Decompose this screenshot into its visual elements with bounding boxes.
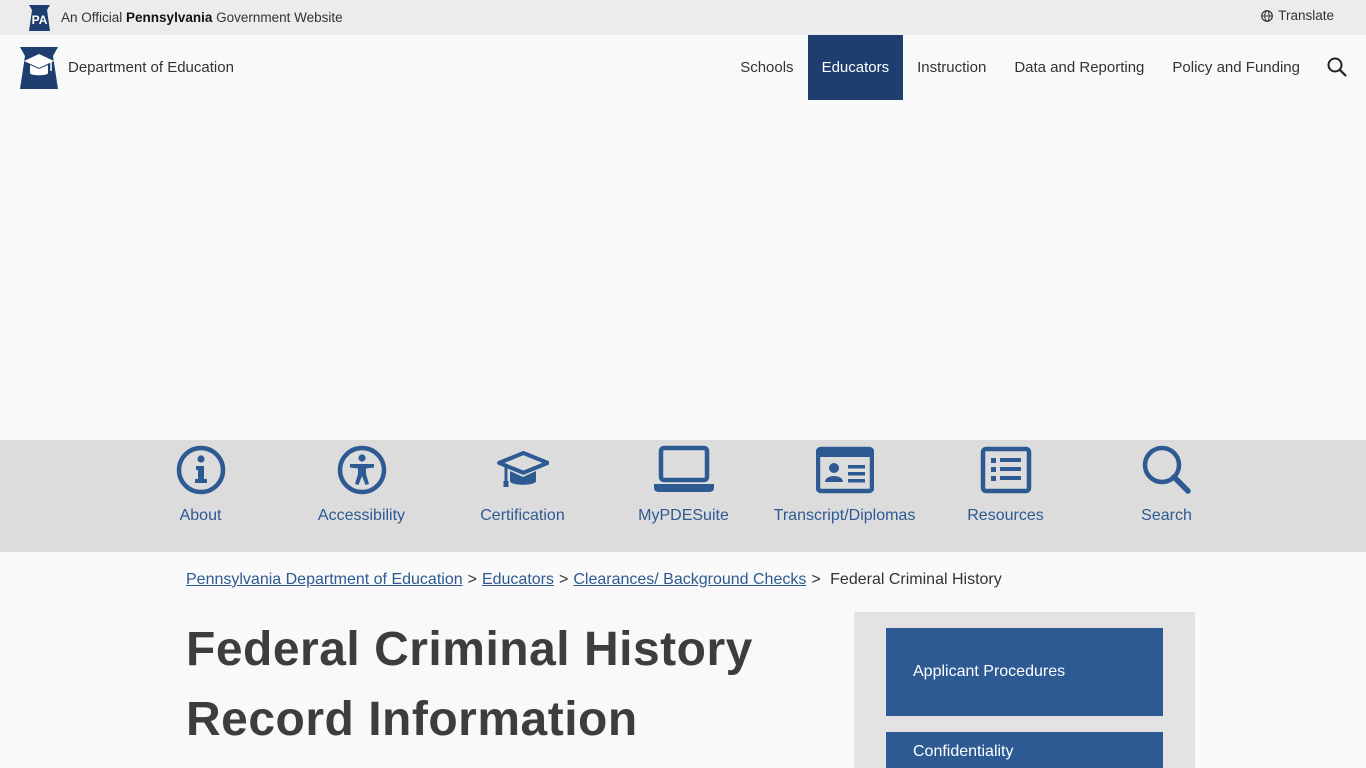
quick-link-resources[interactable]: Resources (925, 444, 1086, 527)
quick-link-label: Accessibility (317, 507, 406, 524)
breadcrumb: Pennsylvania Department of Education > Edu… (186, 571, 1002, 589)
official-prefix: An Official (61, 10, 123, 25)
quick-link-accessibility[interactable]: Accessibility (281, 444, 442, 527)
nav-educators[interactable]: Educators (807, 35, 904, 100)
quick-link-transcript-diplomas[interactable]: Transcript/Diplomas (764, 444, 925, 527)
site-header: Department of Education Schools Educator… (0, 35, 1366, 100)
quick-link-label: About (179, 507, 222, 524)
accessibility-icon (337, 445, 386, 495)
info-icon (176, 445, 225, 495)
translate-label: Translate (1278, 8, 1334, 23)
pa-keystone-icon: PA (29, 5, 50, 31)
breadcrumb-link-clearances[interactable]: Clearances/ Background Checks (573, 571, 806, 588)
quick-link-label: Resources (967, 507, 1044, 524)
breadcrumb-separator: > (467, 571, 477, 588)
quick-link-mypdesuite[interactable]: MyPDESuite (603, 444, 764, 527)
laptop-icon (653, 445, 714, 492)
official-website-bar: PA An Official Pennsylvania Government W… (0, 0, 1366, 35)
nav-instruction[interactable]: Instruction (903, 35, 1000, 100)
quick-link-label: MyPDESuite (638, 507, 729, 524)
quick-link-label: Search (1141, 507, 1192, 524)
quick-links-strip: About Accessibility Certification MyPDES… (0, 440, 1366, 552)
graduation-cap-icon (496, 450, 549, 487)
list-icon (980, 446, 1031, 494)
official-state: Pennsylvania (126, 10, 213, 25)
quick-link-label: Transcript/Diplomas (773, 507, 916, 524)
breadcrumb-link-pde[interactable]: Pennsylvania Department of Education (186, 571, 463, 588)
breadcrumb-separator: > (559, 571, 569, 588)
official-suffix: Government Website (216, 10, 343, 25)
keystone-graduation-logo[interactable] (18, 47, 60, 89)
department-name[interactable]: Department of Education (68, 59, 234, 76)
quick-link-label: Certification (480, 507, 565, 524)
sidebar-nav: Applicant Procedures Confidentiality (854, 612, 1195, 768)
globe-icon (1261, 9, 1274, 22)
pa-badge-text: PA (32, 13, 48, 27)
quick-link-search[interactable]: Search (1086, 444, 1247, 527)
quick-link-about[interactable]: About (120, 444, 281, 527)
breadcrumb-current: Federal Criminal History (830, 571, 1002, 588)
breadcrumb-separator: > (811, 571, 826, 588)
breadcrumb-link-educators[interactable]: Educators (482, 571, 554, 588)
search-icon (1142, 445, 1191, 494)
translate-button[interactable]: Translate (1261, 8, 1334, 23)
quick-link-certification[interactable]: Certification (442, 444, 603, 527)
page-title: Federal Criminal History Record Informat… (186, 623, 753, 746)
nav-data-and-reporting[interactable]: Data and Reporting (1000, 35, 1158, 100)
main-nav: Schools Educators Instruction Data and R… (726, 35, 1314, 100)
nav-policy-and-funding[interactable]: Policy and Funding (1158, 35, 1314, 100)
nav-schools[interactable]: Schools (726, 35, 807, 100)
sidebar-link-applicant-procedures[interactable]: Applicant Procedures (886, 628, 1163, 716)
header-search-icon[interactable] (1326, 56, 1348, 78)
id-card-icon (815, 446, 874, 494)
official-notice: An Official Pennsylvania Government Webs… (61, 10, 343, 25)
sidebar-link-confidentiality[interactable]: Confidentiality (886, 732, 1163, 768)
